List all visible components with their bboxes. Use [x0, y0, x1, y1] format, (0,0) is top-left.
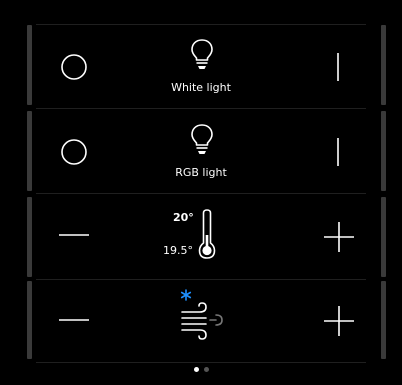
fan-decrease-button[interactable]	[58, 305, 90, 335]
line-on-icon	[337, 53, 339, 81]
current-temperature: 19.5°	[163, 244, 193, 257]
rgb-light-label: RGB light	[175, 166, 227, 179]
setpoint-temperature: 20°	[173, 211, 194, 224]
circle-off-icon	[61, 139, 87, 165]
left-bar-1	[27, 25, 32, 105]
page-dot-2[interactable]	[203, 367, 209, 372]
wind-icon	[180, 298, 234, 340]
minus-icon	[59, 234, 89, 236]
divider	[36, 362, 366, 363]
left-bar-3	[27, 197, 32, 277]
rgb-light-row: RGB light	[40, 110, 362, 192]
temperature-increase-button[interactable]	[322, 220, 356, 254]
bulb-icon	[189, 122, 215, 156]
line-on-icon	[337, 138, 339, 166]
circle-off-icon	[61, 54, 87, 80]
divider	[36, 108, 366, 109]
plus-icon	[324, 222, 354, 252]
divider	[36, 193, 366, 194]
fan-increase-button[interactable]	[322, 304, 356, 338]
thermometer-icon	[197, 209, 217, 259]
right-bar-4	[381, 281, 386, 359]
white-light-label: White light	[171, 81, 231, 94]
thermostat-row: 20° 19.5°	[40, 195, 362, 277]
minus-icon	[59, 319, 89, 321]
temperature-decrease-button[interactable]	[58, 220, 90, 250]
right-bar-3	[381, 197, 386, 277]
control-panel: White light RGB light 20° 19.5°	[0, 0, 402, 385]
page-dot-1[interactable]	[193, 367, 199, 372]
plus-icon	[324, 306, 354, 336]
white-light-on-button[interactable]	[326, 51, 350, 83]
left-bar-4	[27, 281, 32, 359]
right-bar-2	[381, 111, 386, 191]
rgb-light-off-button[interactable]	[58, 136, 90, 168]
fan-row	[40, 280, 362, 362]
left-bar-2	[27, 111, 32, 191]
white-light-row: White light	[40, 25, 362, 107]
right-bar-1	[381, 25, 386, 105]
bulb-icon	[189, 37, 215, 71]
page-indicator	[0, 367, 402, 372]
white-light-off-button[interactable]	[58, 51, 90, 83]
rgb-light-on-button[interactable]	[326, 136, 350, 168]
